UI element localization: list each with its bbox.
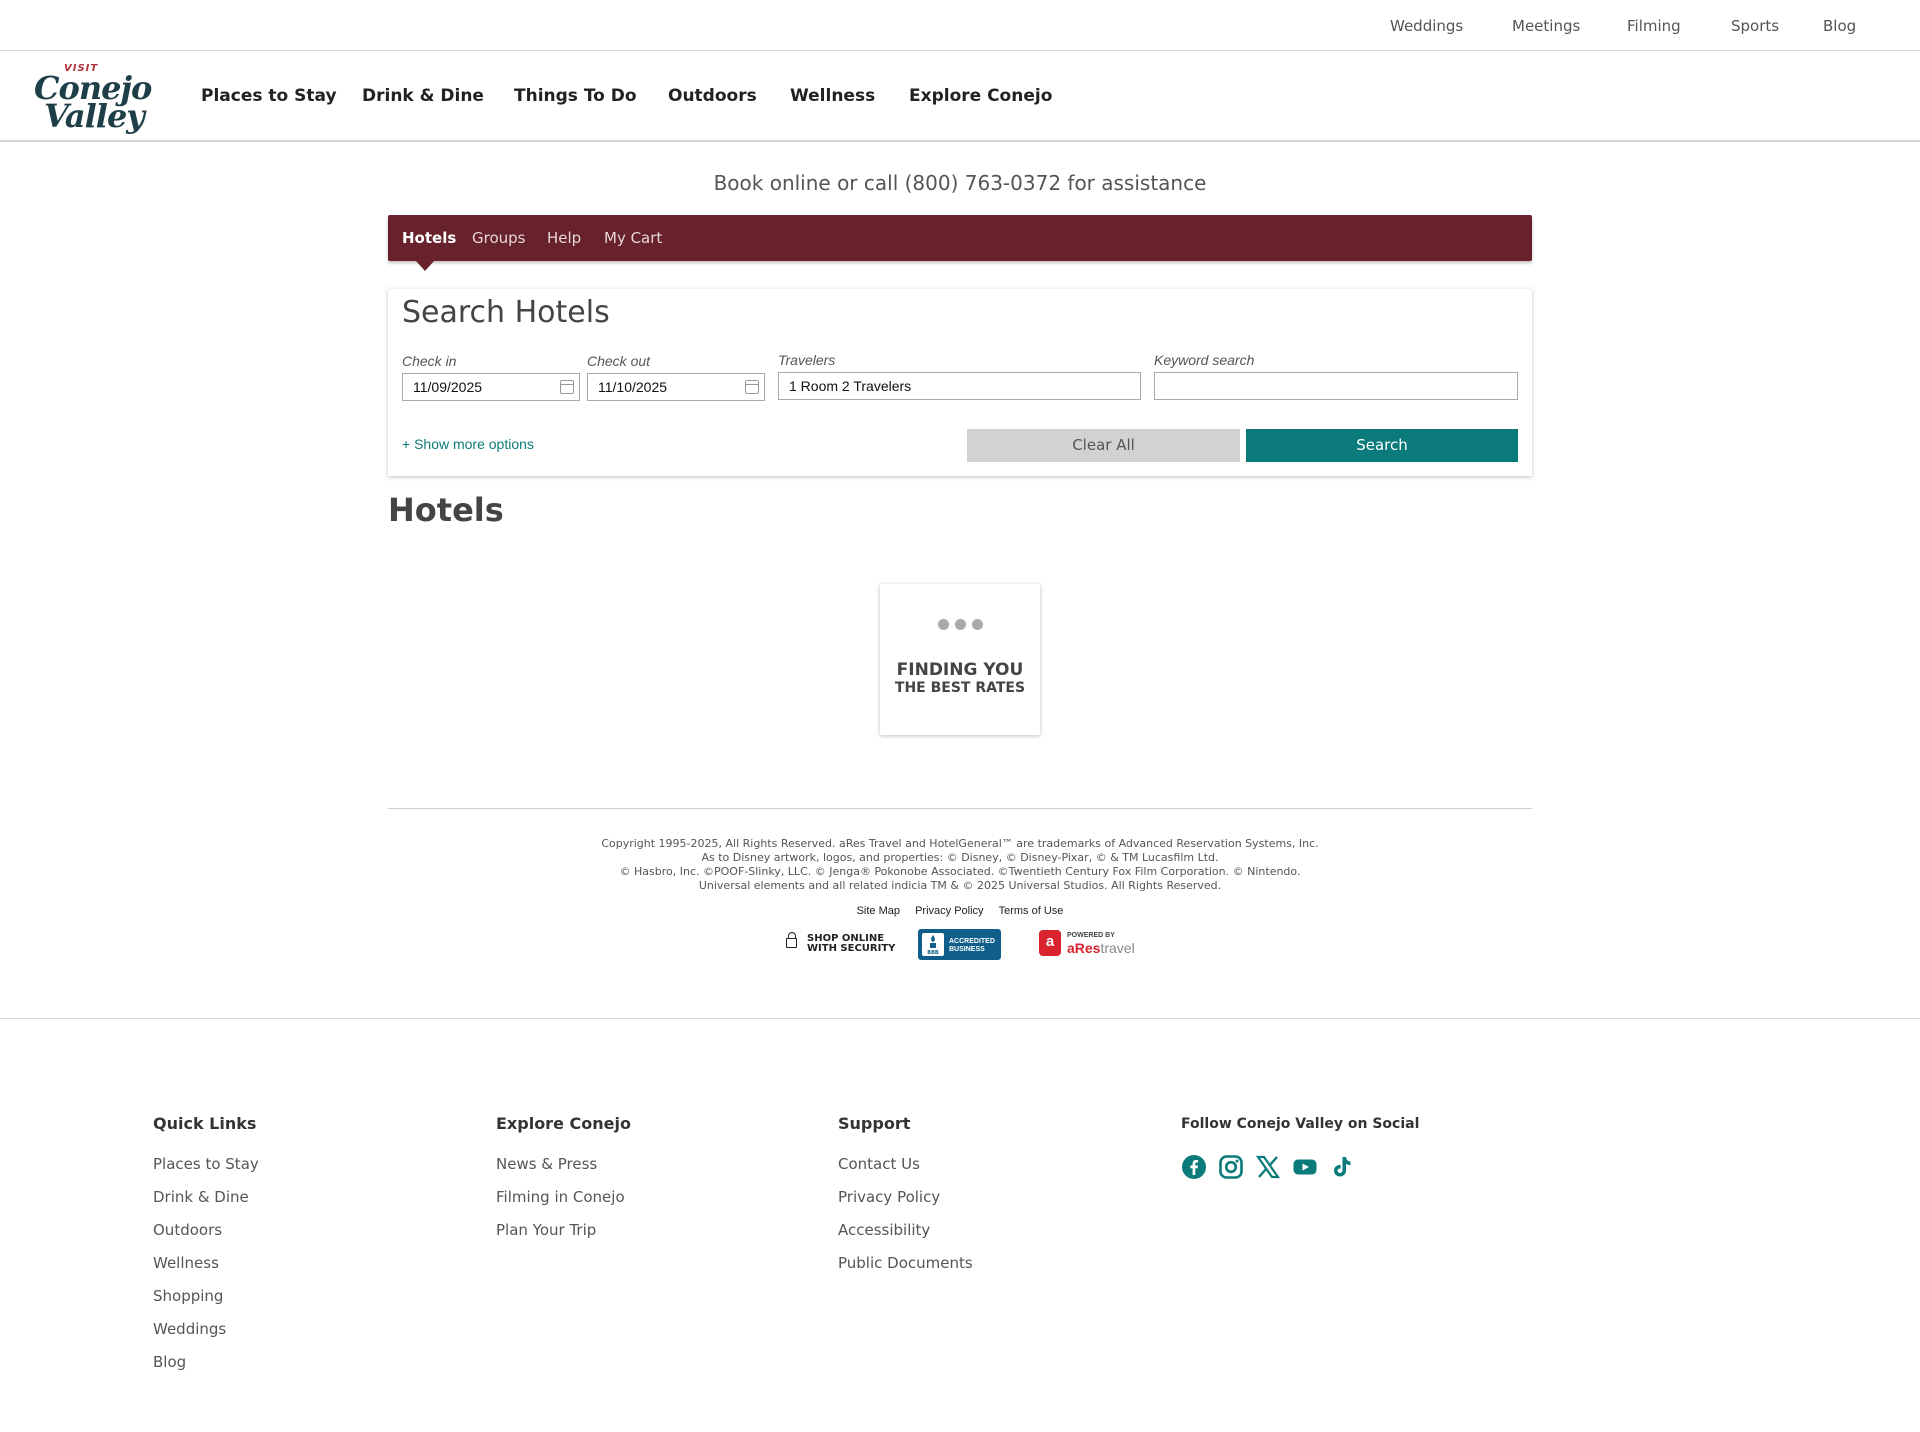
footer-social-heading: Follow Conejo Valley on Social xyxy=(1181,1116,1420,1132)
footer-link-news-press[interactable]: News & Press xyxy=(496,1155,597,1173)
booking-phone-line: Book online or call (800) 763-0372 for a… xyxy=(713,171,1207,195)
ares-brand-light: travel xyxy=(1100,940,1135,956)
loading-dot xyxy=(954,619,966,630)
bbb-torch-icon: BBB xyxy=(927,935,939,956)
footer-link-contact-us[interactable]: Contact Us xyxy=(838,1155,920,1173)
footer-support-heading: Support xyxy=(838,1114,911,1133)
travelers-value: 1 Room 2 Travelers xyxy=(789,378,912,394)
privacy-policy-link[interactable]: Privacy Policy xyxy=(915,905,983,917)
utility-link-meetings[interactable]: Meetings xyxy=(1512,17,1580,35)
checkout-input[interactable]: 11/10/2025 xyxy=(587,373,765,401)
keyword-label: Keyword search xyxy=(1154,352,1255,368)
copyright-line: Copyright 1995-2025, All Rights Reserved… xyxy=(601,837,1319,850)
utility-link-blog[interactable]: Blog xyxy=(1823,17,1856,35)
checkin-input[interactable]: 11/09/2025 xyxy=(402,373,580,401)
facebook-icon[interactable] xyxy=(1181,1154,1207,1180)
ares-logo-icon: a xyxy=(1039,930,1061,956)
nav-things-to-do[interactable]: Things To Do xyxy=(514,86,637,106)
loading-dot xyxy=(971,619,983,630)
travelers-label: Travelers xyxy=(778,352,836,368)
footer-explore-heading: Explore Conejo xyxy=(496,1114,631,1133)
tab-groups[interactable]: Groups xyxy=(472,229,525,247)
footer-link-wellness[interactable]: Wellness xyxy=(153,1254,219,1272)
footer-link-plan-trip[interactable]: Plan Your Trip xyxy=(496,1221,596,1239)
nav-places-to-stay[interactable]: Places to Stay xyxy=(201,86,337,106)
tab-help[interactable]: Help xyxy=(547,229,581,247)
booking-tab-bar: Hotels Groups Help My Cart xyxy=(388,215,1532,261)
utility-link-filming[interactable]: Filming xyxy=(1627,17,1681,35)
checkout-value: 11/10/2025 xyxy=(598,379,668,395)
copyright-line: As to Disney artwork, logos, and propert… xyxy=(701,851,1219,864)
utility-link-weddings[interactable]: Weddings xyxy=(1390,17,1463,35)
youtube-icon[interactable] xyxy=(1292,1154,1318,1180)
bbb-accredited-badge[interactable]: BBB ACCREDITED BUSINESS xyxy=(918,929,1001,960)
site-map-link[interactable]: Site Map xyxy=(857,905,900,917)
bbb-line-2: BUSINESS xyxy=(949,946,985,953)
calendar-icon[interactable] xyxy=(560,380,574,394)
footer-link-places-to-stay[interactable]: Places to Stay xyxy=(153,1155,259,1173)
nav-outdoors[interactable]: Outdoors xyxy=(668,86,757,106)
copyright-line: © Hasbro, Inc. ©POOF-Slinky, LLC. © Jeng… xyxy=(619,865,1301,878)
show-more-options-link[interactable]: + Show more options xyxy=(402,436,534,452)
ares-brand-bold: aRes xyxy=(1067,940,1101,956)
shop-badge-line-2: WITH SECURITY xyxy=(807,943,896,954)
nav-explore-conejo[interactable]: Explore Conejo xyxy=(909,86,1052,106)
nav-wellness[interactable]: Wellness xyxy=(790,86,875,106)
calendar-icon[interactable] xyxy=(745,380,759,394)
footer-link-blog[interactable]: Blog xyxy=(153,1353,186,1371)
footer-link-public-documents[interactable]: Public Documents xyxy=(838,1254,973,1272)
tab-hotels[interactable]: Hotels xyxy=(402,229,456,247)
bbb-logo: BBB xyxy=(922,933,944,956)
terms-of-use-link[interactable]: Terms of Use xyxy=(999,905,1064,917)
loading-text-line-1: FINDING YOU xyxy=(896,660,1024,680)
keyword-search-input[interactable] xyxy=(1154,372,1518,400)
checkout-label: Check out xyxy=(587,353,651,369)
bbb-badge-text: ACCREDITED BUSINESS xyxy=(949,938,995,954)
utility-bar: Weddings Meetings Filming Sports Blog xyxy=(0,0,1920,51)
lock-icon xyxy=(786,932,797,948)
shop-securely-badge: SHOP ONLINE WITH SECURITY xyxy=(786,932,896,954)
bbb-line-1: ACCREDITED xyxy=(949,938,995,945)
results-title: Hotels xyxy=(388,491,504,529)
loading-dot xyxy=(937,619,949,630)
ares-brand: aRestravel xyxy=(1067,940,1135,956)
loading-card: FINDING YOU THE BEST RATES xyxy=(880,584,1040,735)
active-tab-indicator xyxy=(416,261,434,271)
x-icon[interactable] xyxy=(1255,1154,1281,1180)
footer-link-filming[interactable]: Filming in Conejo xyxy=(496,1188,625,1206)
search-title: Search Hotels xyxy=(402,295,610,330)
logo-line-2: Valley xyxy=(44,97,145,135)
utility-link-sports[interactable]: Sports xyxy=(1731,17,1779,35)
footer-link-drink-dine[interactable]: Drink & Dine xyxy=(153,1188,249,1206)
bbb-mark-text: BBB xyxy=(927,950,939,956)
content-divider xyxy=(388,808,1532,809)
footer-link-outdoors[interactable]: Outdoors xyxy=(153,1221,222,1239)
loading-text-line-2: THE BEST RATES xyxy=(894,680,1026,696)
hotel-search-panel: Search Hotels Check in 11/09/2025 Check … xyxy=(388,289,1532,476)
footer-link-accessibility[interactable]: Accessibility xyxy=(838,1221,930,1239)
site-logo[interactable]: VISIT Conejo Valley xyxy=(34,63,152,135)
footer-link-weddings[interactable]: Weddings xyxy=(153,1320,226,1338)
search-button[interactable]: Search xyxy=(1246,429,1518,462)
checkin-value: 11/09/2025 xyxy=(413,379,483,395)
tab-my-cart[interactable]: My Cart xyxy=(604,229,662,247)
ares-powered-by: POWERED BY xyxy=(1067,932,1115,939)
site-header: VISIT Conejo Valley Places to Stay Drink… xyxy=(0,51,1920,142)
clear-all-button[interactable]: Clear All xyxy=(967,429,1240,462)
footer-quick-links-heading: Quick Links xyxy=(153,1114,257,1133)
nav-drink-dine[interactable]: Drink & Dine xyxy=(362,86,484,106)
instagram-icon[interactable] xyxy=(1218,1154,1244,1180)
copyright-notice: Copyright 1995-2025, All Rights Reserved… xyxy=(560,837,1360,893)
checkin-label: Check in xyxy=(402,353,457,369)
footer-link-privacy-policy[interactable]: Privacy Policy xyxy=(838,1188,940,1206)
trust-badges: SHOP ONLINE WITH SECURITY BBB ACCREDITED… xyxy=(0,928,1920,960)
loading-dots xyxy=(880,617,1040,635)
tiktok-icon[interactable] xyxy=(1329,1154,1355,1180)
travelers-input[interactable]: 1 Room 2 Travelers xyxy=(778,372,1141,400)
footer-link-shopping[interactable]: Shopping xyxy=(153,1287,223,1305)
legal-links: Site Map Privacy Policy Terms of Use xyxy=(0,905,1920,917)
copyright-line: Universal elements and all related indic… xyxy=(698,879,1222,892)
footer-divider xyxy=(0,1018,1920,1019)
